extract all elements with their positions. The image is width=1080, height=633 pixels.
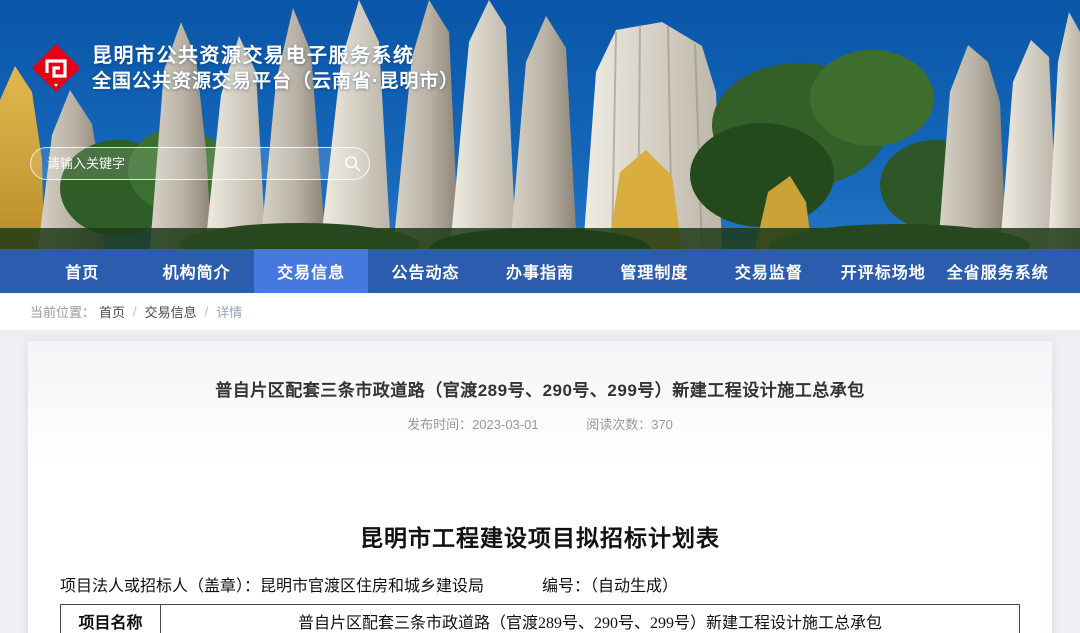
search-button[interactable] (335, 148, 369, 179)
breadcrumb-home[interactable]: 首页 (99, 302, 125, 321)
breadcrumb-section[interactable]: 交易信息 (145, 302, 197, 321)
read-count: 阅读次数：370 (586, 417, 673, 432)
main-nav: 首页 机构简介 交易信息 公告动态 办事指南 管理制度 交易监督 开评标场地 全… (0, 249, 1080, 293)
nav-item-venue[interactable]: 开评标场地 (826, 249, 940, 293)
breadcrumb-separator: / (133, 304, 137, 319)
nav-item-about[interactable]: 机构简介 (139, 249, 253, 293)
read-count-value: 370 (651, 417, 673, 432)
legal-person-line: 项目法人或招标人（盖章）：昆明市官渡区住房和城乡建设局 编号：（自动生成） (60, 572, 1020, 596)
table-row: 项目名称 普自片区配套三条市政道路（官渡289号、290号、299号）新建工程设… (61, 605, 1020, 633)
read-count-label: 阅读次数： (586, 417, 651, 432)
site-logo-icon (30, 42, 82, 94)
breadcrumb-current: 详情 (216, 302, 242, 321)
tender-plan-table: 项目名称 普自片区配套三条市政道路（官渡289号、290号、299号）新建工程设… (60, 604, 1020, 633)
article-meta: 发布时间：2023-03-01 阅读次数：370 (28, 414, 1052, 433)
site-brand: 昆明市公共资源交易电子服务系统 全国公共资源交易平台（云南省·昆明市） (30, 42, 459, 94)
detail-card: 普自片区配套三条市政道路（官渡289号、290号、299号）新建工程设计施工总承… (28, 341, 1052, 633)
nav-item-supervise[interactable]: 交易监督 (712, 249, 826, 293)
search-bar[interactable] (30, 147, 370, 180)
article-title: 普自片区配套三条市政道路（官渡289号、290号、299号）新建工程设计施工总承… (28, 376, 1052, 401)
number-label: 编号： (542, 578, 590, 595)
site-title: 昆明市公共资源交易电子服务系统 (92, 43, 459, 69)
number-value: （自动生成） (590, 578, 678, 595)
nav-item-rules[interactable]: 管理制度 (597, 249, 711, 293)
publish-time-value: 2023-03-01 (472, 417, 539, 432)
hero-banner: 昆明市公共资源交易电子服务系统 全国公共资源交易平台（云南省·昆明市） (0, 0, 1080, 249)
site-subtitle: 全国公共资源交易平台（云南省·昆明市） (92, 69, 459, 94)
publish-time-label: 发布时间： (407, 417, 472, 432)
breadcrumb-prefix: 当前位置： (30, 302, 95, 321)
breadcrumb-separator: / (205, 304, 209, 319)
tender-plan-document: 昆明市工程建设项目拟招标计划表 项目法人或招标人（盖章）：昆明市官渡区住房和城乡… (28, 519, 1052, 633)
nav-item-guide[interactable]: 办事指南 (483, 249, 597, 293)
page-body: 普自片区配套三条市政道路（官渡289号、290号、299号）新建工程设计施工总承… (0, 331, 1080, 633)
nav-item-trade[interactable]: 交易信息 (254, 249, 368, 293)
nav-item-home[interactable]: 首页 (25, 249, 139, 293)
search-icon (344, 155, 361, 172)
project-name-value: 普自片区配套三条市政道路（官渡289号、290号、299号）新建工程设计施工总承… (161, 605, 1020, 633)
nav-item-province[interactable]: 全省服务系统 (941, 249, 1055, 293)
nav-item-notice[interactable]: 公告动态 (368, 249, 482, 293)
article-header: 普自片区配套三条市政道路（官渡289号、290号、299号）新建工程设计施工总承… (28, 341, 1052, 463)
document-title: 昆明市工程建设项目拟招标计划表 (60, 519, 1020, 553)
legal-person-label: 项目法人或招标人（盖章）： (60, 578, 260, 595)
publish-time: 发布时间：2023-03-01 (407, 417, 539, 432)
stone-forest-photo (0, 0, 1080, 249)
legal-person-value: 昆明市官渡区住房和城乡建设局 (260, 578, 484, 595)
project-name-label: 项目名称 (61, 605, 161, 633)
breadcrumb: 当前位置： 首页 / 交易信息 / 详情 (0, 293, 1080, 331)
search-input[interactable] (31, 148, 335, 179)
